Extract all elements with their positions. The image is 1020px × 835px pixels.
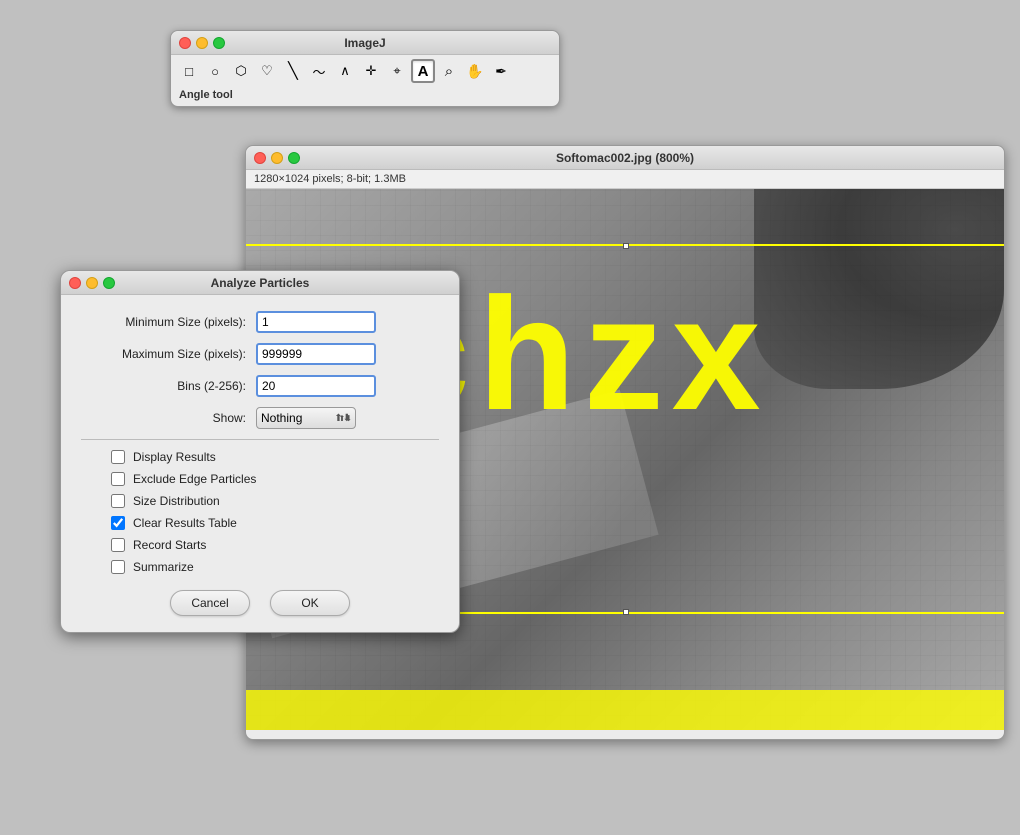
divider [81,439,439,440]
show-row: Show: Nothing Outlines Masks Ellipses Co… [81,407,439,429]
image-traffic-lights [254,152,300,164]
magnify-tool[interactable]: ⌕ [437,59,461,83]
wand-tool[interactable]: ⌖ [385,59,409,83]
rectangle-tool[interactable]: □ [177,59,201,83]
display-results-checkbox[interactable] [111,450,125,464]
toolbar-tools: □ ○ ⬡ ♡ ╲ 〜 ∧ ✛ ⌖ A ⌕ ✋ ✒ [171,55,559,87]
minimum-size-label: Minimum Size (pixels): [81,315,256,329]
record-starts-label: Record Starts [133,538,206,552]
display-results-label: Display Results [133,450,216,464]
yellow-bottom-bar [246,690,1004,730]
bins-input[interactable] [256,375,376,397]
image-title: Softomac002.jpg (800%) [556,151,694,165]
show-label: Show: [81,411,256,425]
exclude-edge-row: Exclude Edge Particles [81,472,439,486]
point-tool[interactable]: ✛ [359,59,383,83]
size-dist-row: Size Distribution [81,494,439,508]
display-results-row: Display Results [81,450,439,464]
image-info: 1280×1024 pixels; 8-bit; 1.3MB [246,170,1004,189]
traffic-lights [179,37,225,49]
size-distribution-checkbox[interactable] [111,494,125,508]
freehand-tool[interactable]: ♡ [255,59,279,83]
dialog-buttons: Cancel OK [61,590,459,616]
minimum-size-input[interactable] [256,311,376,333]
clear-results-row: Clear Results Table [81,516,439,530]
dialog-close-button[interactable] [69,277,81,289]
maximize-button[interactable] [213,37,225,49]
show-select-wrap: Nothing Outlines Masks Ellipses Count Ma… [256,407,356,429]
dialog-title: Analyze Particles [211,276,310,290]
imagej-title: ImageJ [344,36,385,50]
image-titlebar: Softomac002.jpg (800%) [246,146,1004,170]
close-button[interactable] [179,37,191,49]
dialog-min-button[interactable] [86,277,98,289]
analyze-particles-dialog: Analyze Particles Minimum Size (pixels):… [60,270,460,633]
summarize-checkbox[interactable] [111,560,125,574]
image-maximize-button[interactable] [288,152,300,164]
clear-results-label: Clear Results Table [133,516,237,530]
line-tool[interactable]: ╲ [281,59,305,83]
bins-label: Bins (2-256): [81,379,256,393]
bins-row: Bins (2-256): [81,375,439,397]
exclude-edge-label: Exclude Edge Particles [133,472,256,486]
ok-button[interactable]: OK [270,590,350,616]
record-starts-row: Record Starts [81,538,439,552]
clear-results-checkbox[interactable] [111,516,125,530]
maximum-size-row: Maximum Size (pixels): [81,343,439,365]
oval-tool[interactable]: ○ [203,59,227,83]
imagej-titlebar: ImageJ [171,31,559,55]
image-minimize-button[interactable] [271,152,283,164]
freehand-line-tool[interactable]: 〜 [307,59,331,83]
scroll-tool[interactable]: ✋ [463,59,487,83]
dialog-traffic-lights [69,277,115,289]
imagej-toolbar-window: ImageJ □ ○ ⬡ ♡ ╲ 〜 ∧ ✛ ⌖ A ⌕ ✋ ✒ Angle t… [170,30,560,107]
summarize-row: Summarize [81,560,439,574]
polygon-tool[interactable]: ⬡ [229,59,253,83]
dialog-titlebar: Analyze Particles [61,271,459,295]
color-picker-tool[interactable]: ✒ [489,59,513,83]
exclude-edge-checkbox[interactable] [111,472,125,486]
maximum-size-input[interactable] [256,343,376,365]
size-distribution-label: Size Distribution [133,494,220,508]
summarize-label: Summarize [133,560,194,574]
cancel-button[interactable]: Cancel [170,590,250,616]
minimum-size-row: Minimum Size (pixels): [81,311,439,333]
record-starts-checkbox[interactable] [111,538,125,552]
maximum-size-label: Maximum Size (pixels): [81,347,256,361]
show-select[interactable]: Nothing Outlines Masks Ellipses Count Ma… [256,407,356,429]
minimize-button[interactable] [196,37,208,49]
image-close-button[interactable] [254,152,266,164]
dialog-max-button[interactable] [103,277,115,289]
toolbar-status: Angle tool [171,87,559,106]
text-tool[interactable]: A [411,59,435,83]
angle-tool[interactable]: ∧ [333,59,357,83]
dialog-body: Minimum Size (pixels): Maximum Size (pix… [61,295,459,574]
